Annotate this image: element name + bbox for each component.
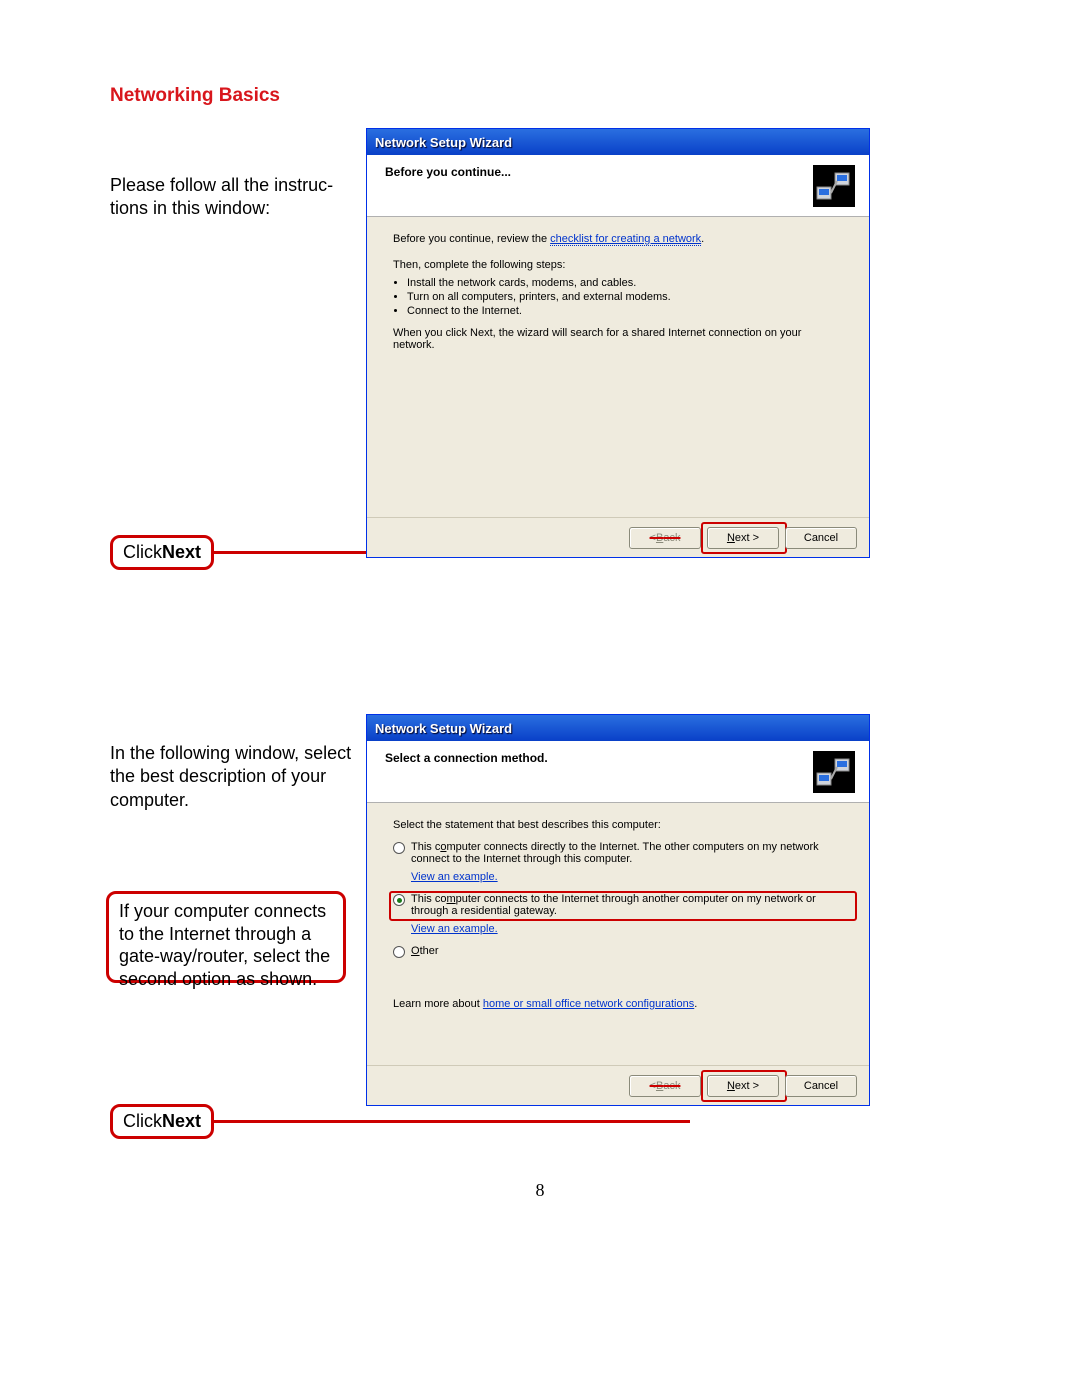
wizard2-back-button: < Back	[629, 1075, 701, 1097]
wizard2-button-row: < Back Next > Cancel	[367, 1065, 869, 1105]
callout-gateway-note: If your computer connects to the Interne…	[106, 891, 346, 983]
learn-more-link[interactable]: home or small office network configurati…	[483, 998, 694, 1010]
page-number: 8	[0, 1180, 1080, 1201]
wizard-window-2: Network Setup Wizard Select a connection…	[366, 714, 870, 1106]
callout-bold-2: Next	[162, 1111, 201, 1132]
wizard1-line3: When you click Next, the wizard will sea…	[393, 327, 843, 351]
callout-bold: Next	[162, 542, 201, 563]
radio-option-2[interactable]: This computer connects to the Internet t…	[393, 893, 843, 917]
wizard1-body: Before you continue, review the checklis…	[367, 217, 869, 517]
wizard1-bullet-1: Install the network cards, modems, and c…	[407, 277, 843, 289]
wizard1-line1a: Before you continue, review the	[393, 233, 550, 245]
wizard-window-1: Network Setup Wizard Before you continue…	[366, 128, 870, 558]
wizard2-prompt: Select the statement that best describes…	[393, 819, 843, 831]
callout-gateway-text: If your computer connects to the Interne…	[119, 901, 330, 989]
callout-text-2: Click	[123, 1111, 162, 1132]
wizard1-bullet-2: Turn on all computers, printers, and ext…	[407, 291, 843, 303]
wizard1-line2: Then, complete the following steps:	[393, 259, 843, 271]
radio-icon[interactable]	[393, 842, 405, 854]
network-wizard-icon	[813, 165, 855, 207]
wizard2-header-title: Select a connection method.	[385, 751, 813, 765]
callout-click-next-1: Click Next	[110, 535, 214, 570]
callout-line-2	[214, 1120, 690, 1123]
instruction-2: In the following window, select the best…	[110, 742, 356, 812]
wizard2-title: Network Setup Wizard	[375, 721, 512, 736]
wizard1-button-row: < Back Next > Cancel	[367, 517, 869, 557]
wizard1-bullet-3: Connect to the Internet.	[407, 305, 843, 317]
wizard1-titlebar: Network Setup Wizard	[367, 129, 869, 155]
wizard2-header: Select a connection method.	[367, 741, 869, 803]
wizard1-header-title: Before you continue...	[385, 165, 813, 179]
instruction-1: Please follow all the instruc- tions in …	[110, 174, 340, 221]
wizard2-body: Select the statement that best describes…	[367, 803, 869, 1065]
wizard1-next-button[interactable]: Next >	[707, 527, 779, 549]
radio-3-label: Other	[411, 945, 843, 957]
wizard1-title: Network Setup Wizard	[375, 135, 512, 150]
view-example-link-1[interactable]: View an example.	[411, 871, 498, 883]
radio-2-label: This computer connects to the Internet t…	[411, 893, 843, 917]
view-example-link-2[interactable]: View an example.	[411, 923, 498, 935]
wizard1-back-button: < Back	[629, 527, 701, 549]
wizard1-cancel-button[interactable]: Cancel	[785, 527, 857, 549]
page-heading: Networking Basics	[110, 85, 280, 107]
learn-more-line: Learn more about home or small office ne…	[393, 998, 843, 1010]
radio-icon-3[interactable]	[393, 946, 405, 958]
callout-text: Click	[123, 542, 162, 563]
wizard1-bullets: Install the network cards, modems, and c…	[407, 277, 843, 317]
radio-icon-selected[interactable]	[393, 894, 405, 906]
wizard2-titlebar: Network Setup Wizard	[367, 715, 869, 741]
learn-b: .	[694, 998, 697, 1010]
checklist-link[interactable]: checklist for creating a network	[550, 233, 701, 246]
network-wizard-icon-2	[813, 751, 855, 793]
wizard1-line1: Before you continue, review the checklis…	[393, 233, 843, 245]
wizard2-next-button[interactable]: Next >	[707, 1075, 779, 1097]
wizard2-cancel-button[interactable]: Cancel	[785, 1075, 857, 1097]
callout-click-next-2: Click Next	[110, 1104, 214, 1139]
radio-1-label: This computer connects directly to the I…	[411, 841, 843, 865]
radio-option-3[interactable]: Other	[393, 945, 843, 958]
learn-a: Learn more about	[393, 998, 483, 1010]
wizard1-line1b: .	[701, 233, 704, 245]
wizard1-header: Before you continue...	[367, 155, 869, 217]
radio-option-1[interactable]: This computer connects directly to the I…	[393, 841, 843, 865]
